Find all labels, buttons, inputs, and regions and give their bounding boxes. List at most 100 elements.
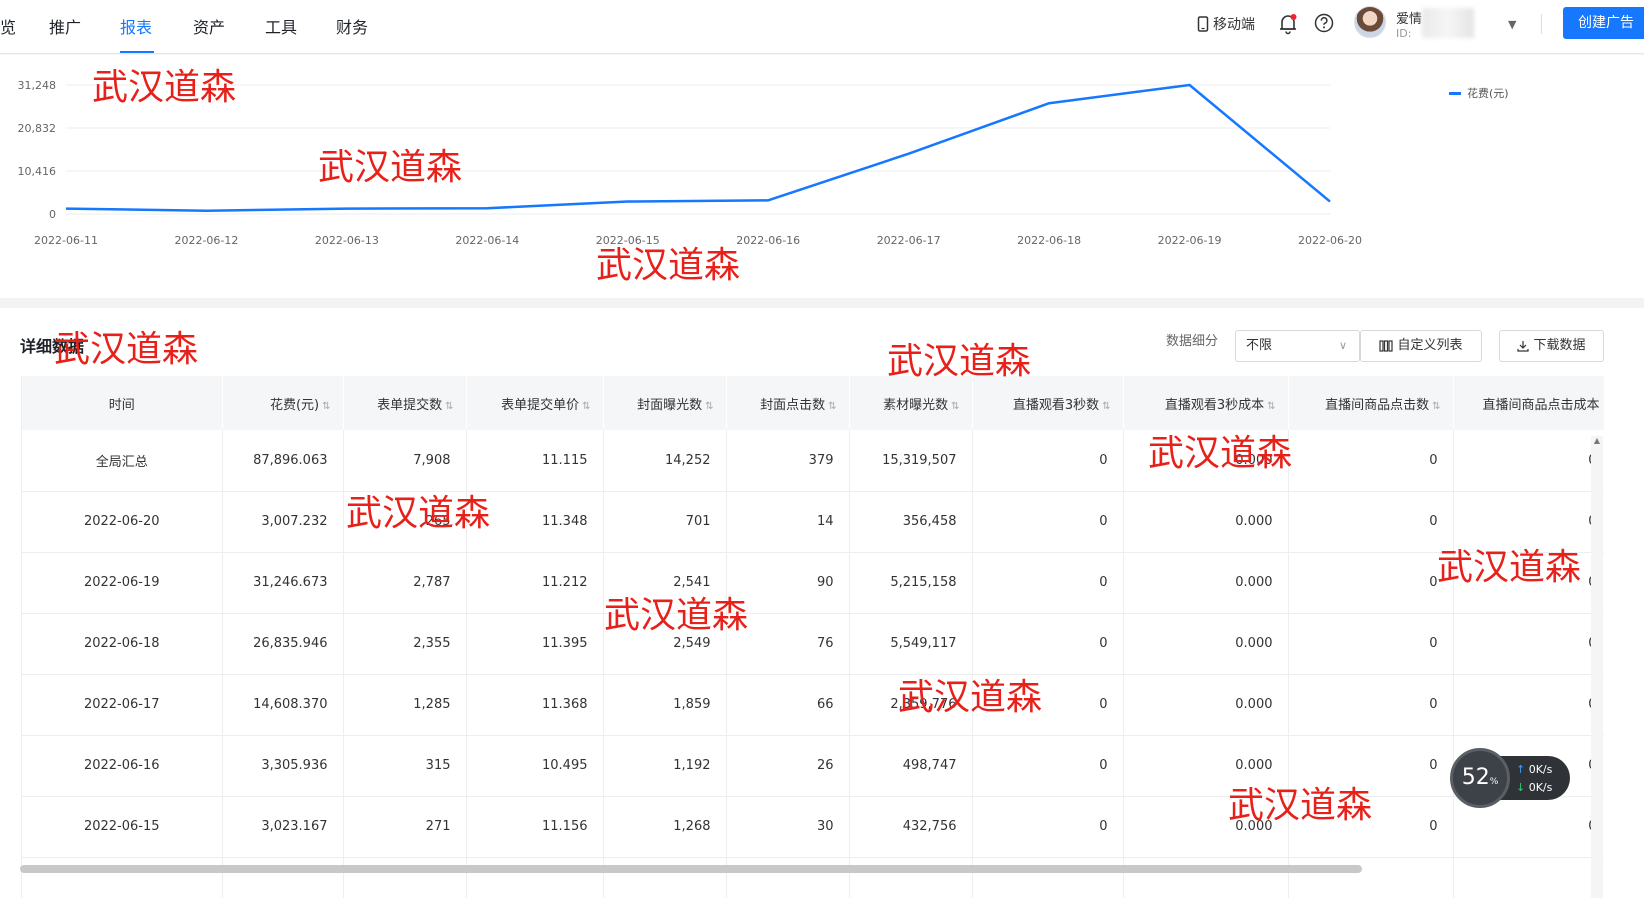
- spend-trend-chart-panel: 0 10,416 20,832 31,248 2022-06-11 2022-06-12 2…: [0, 55, 1644, 298]
- avatar[interactable]: [1354, 6, 1386, 38]
- download-arrow-icon: ↓: [1516, 781, 1526, 794]
- column-header[interactable]: 表单提交单价 ⇅: [466, 376, 604, 430]
- table-cell: 0: [1288, 613, 1454, 675]
- table-cell: 11.156: [466, 796, 604, 858]
- table-cell: 498,747: [849, 735, 973, 797]
- column-header-label: 时间: [108, 397, 135, 413]
- download-icon: [1517, 341, 1530, 352]
- download-data-button[interactable]: 下载数据: [1499, 330, 1604, 362]
- top-navigation-bar: 览 推广 报表 资产 工具 财务 移动端 爱情 ID: ▼ 创建广告: [0, 0, 1644, 54]
- table-cell: 0: [972, 796, 1124, 858]
- column-header[interactable]: 花费(元) ⇅: [222, 376, 344, 430]
- nav-item-overview[interactable]: 览: [0, 14, 16, 38]
- sort-icon[interactable]: ⇅: [1432, 401, 1440, 412]
- table-cell: [466, 857, 604, 898]
- sort-icon[interactable]: ⇅: [445, 401, 453, 412]
- table-cell: 2022-06-19: [22, 552, 223, 614]
- table-cell: 14,252: [603, 430, 727, 492]
- bell-icon[interactable]: [1278, 13, 1298, 35]
- breakdown-select[interactable]: 不限 ∨: [1235, 330, 1360, 362]
- column-header[interactable]: 封面点击数 ⇅: [726, 376, 850, 430]
- cpu-usage-unit: %: [1489, 777, 1499, 787]
- column-header[interactable]: 时间: [22, 376, 223, 430]
- vertical-scrollbar[interactable]: [1591, 436, 1603, 898]
- scroll-up-arrow-icon[interactable]: ▲: [1591, 436, 1603, 445]
- create-ad-button[interactable]: 创建广告: [1563, 7, 1644, 39]
- table-cell: 2,355: [343, 613, 467, 675]
- y-tick-label: 31,248: [18, 79, 57, 92]
- y-tick-label: 20,832: [18, 122, 57, 135]
- table-cell: 1,859: [603, 674, 727, 736]
- column-header[interactable]: 表单提交数 ⇅: [343, 376, 467, 430]
- column-header-label: 直播间商品点击成本: [1482, 397, 1600, 413]
- sort-icon[interactable]: ⇅: [582, 401, 590, 412]
- column-header[interactable]: 直播间商品点击数 ⇅: [1288, 376, 1454, 430]
- table-cell: 10.495: [466, 735, 604, 797]
- table-cell: 5,549,117: [849, 613, 973, 675]
- detail-table-container[interactable]: 时间 花费(元) ⇅ 表单提交数 ⇅ 表单提交单价 ⇅ 封面曝光数 ⇅ 封面点击数 ⇅ 素材曝光数 ⇅ 直…: [21, 376, 1604, 898]
- help-icon[interactable]: [1314, 13, 1334, 33]
- column-header-label: 表单提交数: [377, 397, 443, 413]
- table-cell: [726, 857, 850, 898]
- sort-icon[interactable]: ⇅: [1102, 401, 1110, 412]
- table-cell: 701: [603, 491, 727, 553]
- mobile-link[interactable]: 移动端: [1197, 14, 1255, 34]
- table-cell: 31,246.673: [222, 552, 344, 614]
- sort-icon[interactable]: ⇅: [828, 401, 836, 412]
- table-cell: 0: [972, 674, 1124, 736]
- chevron-down-icon: ∨: [1338, 339, 1347, 352]
- table-cell: 1,285: [343, 674, 467, 736]
- upload-arrow-icon: ↑: [1516, 763, 1526, 776]
- legend-swatch: [1449, 91, 1461, 95]
- custom-columns-button[interactable]: 自定义列表: [1360, 330, 1482, 362]
- table-row: 2022-06-16 3,305.936 315 10.495 1,192 26 498,7…: [22, 735, 1604, 797]
- x-tick-label: 2022-06-15: [596, 234, 660, 247]
- table-cell: 0.000: [1123, 796, 1289, 858]
- table-cell: 15,319,507: [849, 430, 973, 492]
- nav-item-promotion[interactable]: 推广: [49, 14, 81, 38]
- table-cell: 2022-06-16: [22, 735, 223, 797]
- series-line: [65, 83, 1331, 212]
- table-cell: [1453, 857, 1604, 898]
- columns-icon: [1379, 340, 1394, 352]
- sort-icon[interactable]: ⇅: [322, 401, 330, 412]
- table-cell: 0.000: [1123, 430, 1289, 492]
- sort-icon[interactable]: ⇅: [951, 401, 959, 412]
- nav-item-finance[interactable]: 财务: [336, 14, 368, 38]
- table-cell: 66: [726, 674, 850, 736]
- mobile-link-label: 移动端: [1213, 17, 1255, 33]
- nav-item-reports[interactable]: 报表: [120, 14, 152, 38]
- sort-icon[interactable]: ⇅: [1267, 401, 1275, 412]
- horizontal-scrollbar-thumb[interactable]: [20, 865, 1362, 873]
- table-row: 2022-06-15 3,023.167 271 11.156 1,268 30 432,7…: [22, 796, 1604, 858]
- chevron-down-icon[interactable]: ▼: [1508, 18, 1516, 31]
- column-header-label: 表单提交单价: [501, 397, 580, 413]
- table-cell: 全局汇总: [22, 430, 223, 492]
- nav-item-assets[interactable]: 资产: [193, 14, 225, 38]
- table-row: 全局汇总 87,896.063 7,908 11.115 14,252 379 15,319…: [22, 430, 1604, 492]
- breakdown-select-value: 不限: [1246, 338, 1273, 353]
- breakdown-label: 数据细分: [1166, 334, 1219, 349]
- network-speed-widget[interactable]: ↑ 0K/s ↓ 0K/s 52%: [1450, 748, 1570, 808]
- sort-icon[interactable]: ⇅: [705, 401, 713, 412]
- user-name-redaction: [1422, 8, 1474, 38]
- user-name: 爱情: [1396, 12, 1423, 27]
- detail-title: 详细数据: [20, 337, 85, 356]
- chart-legend[interactable]: 花费(元): [1449, 85, 1509, 101]
- column-header[interactable]: 素材曝光数 ⇅: [849, 376, 973, 430]
- table-cell: 0: [1288, 491, 1454, 553]
- x-tick-label: 2022-06-13: [315, 234, 379, 247]
- column-header[interactable]: 直播间商品点击成本: [1453, 376, 1604, 430]
- table-cell: 2022-06-20: [22, 491, 223, 553]
- table-cell: 0: [972, 613, 1124, 675]
- column-header[interactable]: 封面曝光数 ⇅: [603, 376, 727, 430]
- column-header-label: 素材曝光数: [883, 397, 949, 413]
- column-header[interactable]: 直播观看3秒成本 ⇅: [1123, 376, 1289, 430]
- column-header[interactable]: 直播观看3秒数 ⇅: [972, 376, 1124, 430]
- nav-item-tools[interactable]: 工具: [265, 14, 297, 38]
- active-tab-indicator: [120, 51, 154, 53]
- table-cell: 1,192: [603, 735, 727, 797]
- table-cell: 5,215,158: [849, 552, 973, 614]
- table-cell: 1,268: [603, 796, 727, 858]
- legend-label: 花费(元): [1467, 87, 1509, 100]
